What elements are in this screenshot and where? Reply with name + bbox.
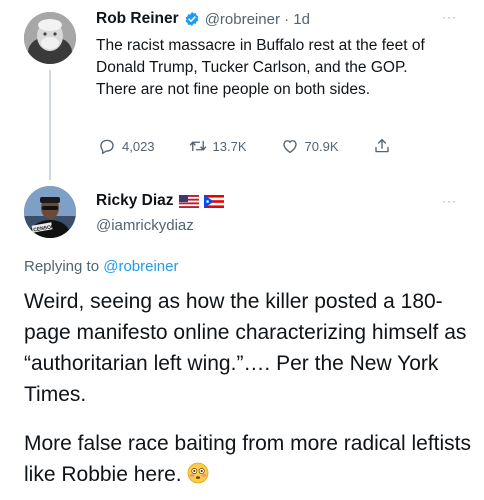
tweet2-paragraph-2: More false race baiting from more radica… — [24, 428, 484, 490]
thread-line — [49, 70, 51, 180]
tweet1-more-icon[interactable]: ··· — [442, 10, 457, 24]
tweet2-paragraph-1: Weird, seeing as how the killer posted a… — [24, 290, 467, 406]
reply-count: 4,023 — [122, 138, 155, 154]
tweet2-handle[interactable]: @iamrickydiaz — [96, 217, 194, 234]
tweet2-more-icon[interactable]: ··· — [442, 194, 457, 208]
tweet1-header: Rob Reiner @robreiner · 1d — [96, 10, 310, 28]
tweet1-handle-time[interactable]: @robreiner · 1d — [205, 11, 310, 28]
reply-icon — [100, 139, 114, 155]
replying-to: Replying to @robreiner — [24, 258, 178, 275]
retweet-count: 13.7K — [212, 138, 247, 154]
reply-button[interactable]: 4,023 — [98, 137, 155, 155]
avatar-photo — [24, 12, 76, 64]
tweet1-text: The racist massacre in Buffalo rest at t… — [96, 37, 425, 98]
us-flag-icon — [178, 194, 199, 208]
retweet-button[interactable]: 13.7K — [189, 137, 247, 155]
retweet-icon — [189, 140, 206, 152]
like-button[interactable]: 70.9K — [281, 137, 339, 155]
tweet2-author-name[interactable]: Ricky Diaz — [96, 192, 174, 210]
tweet2-paragraph-2-text: More false race baiting from more radica… — [24, 432, 471, 486]
rob-reiner-avatar[interactable] — [24, 12, 76, 64]
verified-badge-icon — [185, 12, 199, 26]
share-icon — [374, 138, 389, 153]
replying-to-handle-link[interactable]: @robreiner — [103, 258, 178, 275]
like-count: 70.9K — [304, 138, 339, 154]
ricky-diaz-avatar[interactable]: CENSORED — [24, 186, 76, 238]
flushed-face-emoji-icon — [188, 462, 209, 484]
tweet1-author-name[interactable]: Rob Reiner — [96, 10, 179, 28]
avatar-photo: CENSORED — [24, 186, 76, 238]
tweet2-header: Ricky Diaz — [96, 192, 224, 210]
puerto-rico-flag-icon — [203, 194, 224, 208]
tweet1-actions: 4,023 13.7K 70.9K — [98, 137, 425, 155]
replying-to-label: Replying to — [24, 258, 100, 275]
like-icon — [282, 140, 297, 154]
share-button[interactable] — [373, 137, 391, 155]
